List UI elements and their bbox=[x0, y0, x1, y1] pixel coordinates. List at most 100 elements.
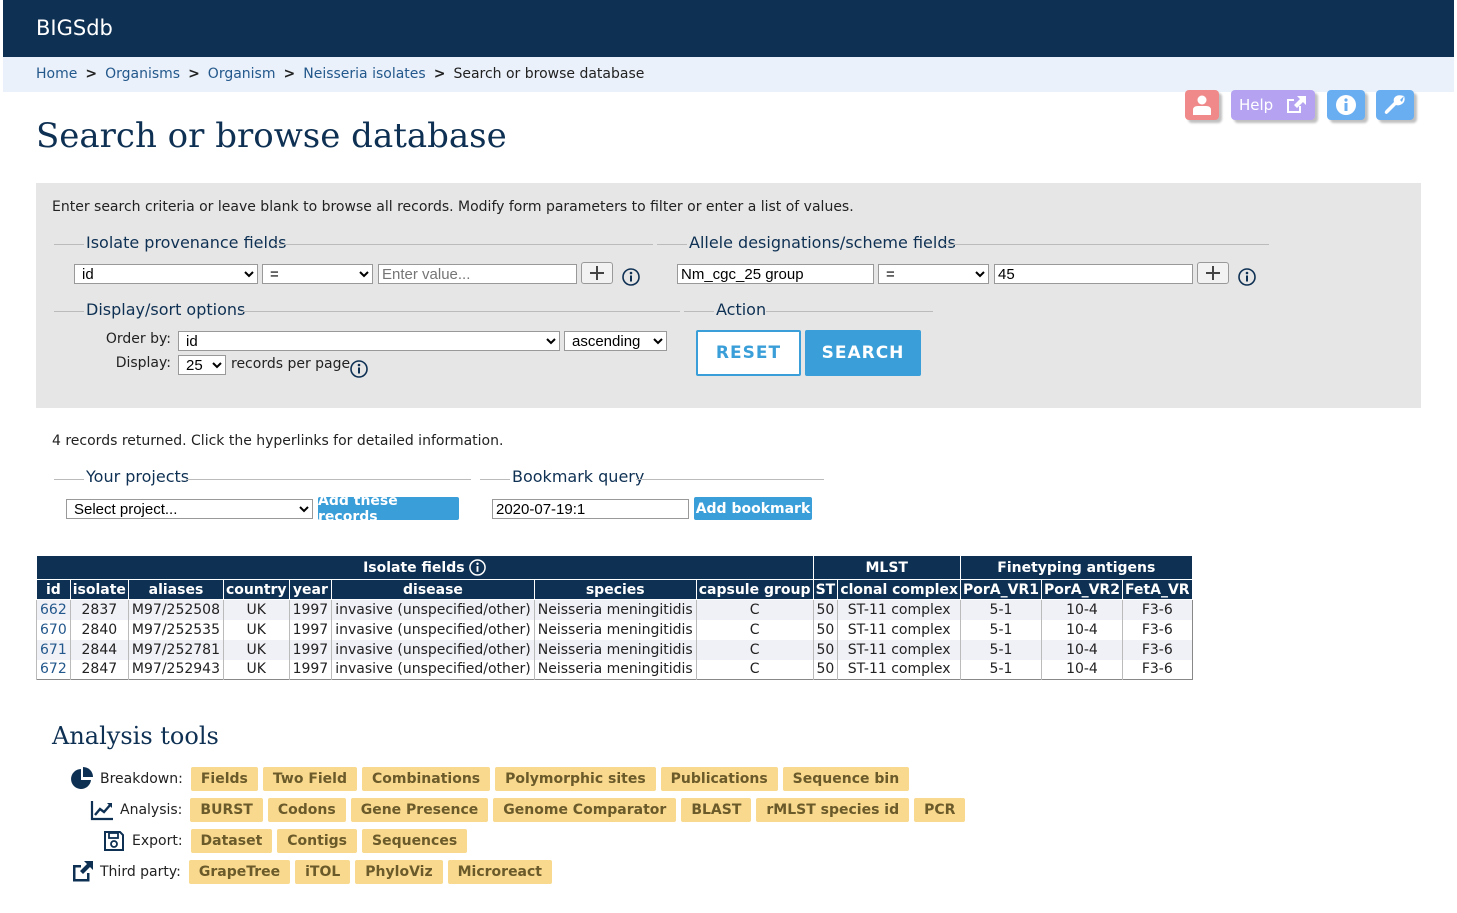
records-per-page-select[interactable]: 25 bbox=[178, 355, 226, 375]
display-label: Display: bbox=[115, 355, 171, 371]
add-provenance-field-button[interactable] bbox=[581, 262, 613, 284]
breakdown-row: Breakdown: Fields Two Field Combinations… bbox=[70, 767, 914, 791]
tools-button[interactable] bbox=[1376, 90, 1414, 120]
table-cell: F3-6 bbox=[1121, 599, 1193, 620]
reset-button[interactable]: RESET bbox=[696, 330, 801, 376]
breadcrumb-neisseria-isolates[interactable]: Neisseria isolates bbox=[303, 66, 425, 82]
allele-operator-select[interactable]: = bbox=[878, 264, 989, 284]
tool-codons[interactable]: Codons bbox=[267, 798, 346, 822]
tool-microreact[interactable]: Microreact bbox=[447, 860, 552, 884]
tool-two-field[interactable]: Two Field bbox=[262, 767, 357, 791]
column-header-aliases[interactable]: aliases bbox=[127, 579, 224, 600]
column-header-clonal-complex[interactable]: clonal complex bbox=[837, 579, 961, 600]
pie-chart-icon bbox=[71, 767, 93, 789]
table-cell: 2847 bbox=[69, 659, 129, 680]
bookmark-input[interactable] bbox=[492, 499, 689, 519]
info-icon[interactable] bbox=[469, 559, 487, 576]
breadcrumb-separator: > bbox=[85, 66, 98, 82]
provenance-value-input[interactable] bbox=[378, 264, 577, 284]
tool-gene-presence[interactable]: Gene Presence bbox=[350, 798, 489, 822]
column-header-capsule-group[interactable]: capsule group bbox=[695, 579, 814, 600]
brand-logo[interactable]: BIGSdb bbox=[36, 16, 113, 40]
provenance-operator-select[interactable]: = bbox=[262, 264, 373, 284]
tool-fields[interactable]: Fields bbox=[190, 767, 258, 791]
record-link[interactable]: 672 bbox=[40, 661, 67, 677]
table-cell: ST-11 complex bbox=[837, 599, 961, 620]
tool-publications[interactable]: Publications bbox=[660, 767, 778, 791]
column-header-st[interactable]: ST bbox=[812, 579, 839, 600]
project-select[interactable]: Select project... bbox=[66, 499, 313, 519]
table-cell: ST-11 complex bbox=[837, 639, 961, 660]
fieldset-border bbox=[766, 311, 933, 312]
column-header-pora-vr1[interactable]: PorA_VR1 bbox=[959, 579, 1042, 600]
table-cell: 1997 bbox=[288, 639, 332, 660]
tool-contigs[interactable]: Contigs bbox=[277, 829, 357, 853]
breadcrumb-organisms[interactable]: Organisms bbox=[105, 66, 180, 82]
tool-blast[interactable]: BLAST bbox=[681, 798, 752, 822]
column-header-year[interactable]: year bbox=[288, 579, 333, 600]
sort-direction-select[interactable]: ascending bbox=[564, 331, 667, 351]
record-link[interactable]: 662 bbox=[40, 602, 67, 618]
tool-combinations[interactable]: Combinations bbox=[362, 767, 491, 791]
tool-pcr[interactable]: PCR bbox=[914, 798, 966, 822]
table-cell: C bbox=[695, 619, 813, 640]
column-header-disease[interactable]: disease bbox=[331, 579, 535, 600]
user-icon bbox=[1193, 95, 1211, 115]
column-header-country[interactable]: country bbox=[222, 579, 290, 600]
wrench-icon bbox=[1384, 95, 1405, 114]
table-cell: M97/252508 bbox=[127, 599, 224, 620]
user-button[interactable] bbox=[1185, 90, 1219, 120]
record-link[interactable]: 670 bbox=[40, 622, 67, 638]
breadcrumb-home[interactable]: Home bbox=[36, 66, 77, 82]
add-bookmark-button[interactable]: Add bookmark bbox=[694, 497, 812, 520]
line-chart-icon bbox=[90, 801, 113, 821]
tool-dataset[interactable]: Dataset bbox=[190, 829, 273, 853]
column-header-pora-vr2[interactable]: PorA_VR2 bbox=[1040, 579, 1123, 600]
fieldset-border bbox=[54, 244, 84, 245]
table-cell: F3-6 bbox=[1121, 659, 1193, 680]
tool-itol[interactable]: iTOL bbox=[295, 860, 351, 884]
info-icon[interactable] bbox=[622, 268, 640, 286]
add-records-button[interactable]: Add these records bbox=[318, 493, 459, 525]
tool-genome-comparator[interactable]: Genome Comparator bbox=[493, 798, 677, 822]
tool-rmlst-species-id[interactable]: rMLST species id bbox=[756, 798, 910, 822]
table-cell: C bbox=[695, 599, 813, 620]
provenance-field-select[interactable]: id bbox=[74, 264, 258, 284]
table-cell: 1997 bbox=[288, 599, 332, 620]
column-header-isolate[interactable]: isolate bbox=[69, 579, 129, 600]
column-header-species[interactable]: species bbox=[533, 579, 697, 600]
order-by-select[interactable]: id bbox=[178, 331, 560, 351]
tool-sequence-bin[interactable]: Sequence bin bbox=[782, 767, 910, 791]
fieldset-border bbox=[636, 479, 824, 480]
allele-field-input[interactable] bbox=[677, 264, 874, 284]
tool-phyloviz[interactable]: PhyloViz bbox=[355, 860, 443, 884]
table-cell: M97/252943 bbox=[127, 659, 224, 680]
tool-grapetree[interactable]: GrapeTree bbox=[188, 860, 291, 884]
table-cell: 5-1 bbox=[959, 599, 1042, 620]
table-cell-id: 662 bbox=[36, 599, 71, 620]
analysis-row: Analysis: BURST Codons Gene Presence Gen… bbox=[90, 798, 970, 822]
save-icon bbox=[104, 831, 124, 851]
tool-polymorphic-sites[interactable]: Polymorphic sites bbox=[495, 767, 656, 791]
fieldset-border bbox=[241, 311, 680, 312]
table-cell: 2844 bbox=[69, 639, 129, 660]
table-cell: 50 bbox=[812, 599, 838, 620]
info-icon[interactable] bbox=[1238, 268, 1256, 286]
fieldset-border bbox=[274, 244, 653, 245]
info-button[interactable] bbox=[1327, 90, 1365, 120]
record-link[interactable]: 671 bbox=[40, 642, 67, 658]
help-button[interactable]: Help bbox=[1231, 90, 1315, 120]
column-header-feta-vr[interactable]: FetA_VR bbox=[1121, 579, 1193, 600]
fieldset-border bbox=[480, 479, 510, 480]
tool-sequences[interactable]: Sequences bbox=[362, 829, 468, 853]
table-cell: C bbox=[695, 659, 813, 680]
search-button[interactable]: SEARCH bbox=[805, 330, 921, 376]
add-allele-field-button[interactable] bbox=[1197, 262, 1229, 284]
breadcrumb-organism[interactable]: Organism bbox=[208, 66, 276, 82]
table-row: 662 2837 M97/252508 UK 1997 invasive (un… bbox=[36, 599, 1193, 620]
info-icon[interactable] bbox=[350, 360, 368, 378]
tool-burst[interactable]: BURST bbox=[190, 798, 263, 822]
column-header-id[interactable]: id bbox=[36, 579, 71, 600]
table-cell: F3-6 bbox=[1121, 639, 1193, 660]
allele-value-input[interactable] bbox=[994, 264, 1193, 284]
